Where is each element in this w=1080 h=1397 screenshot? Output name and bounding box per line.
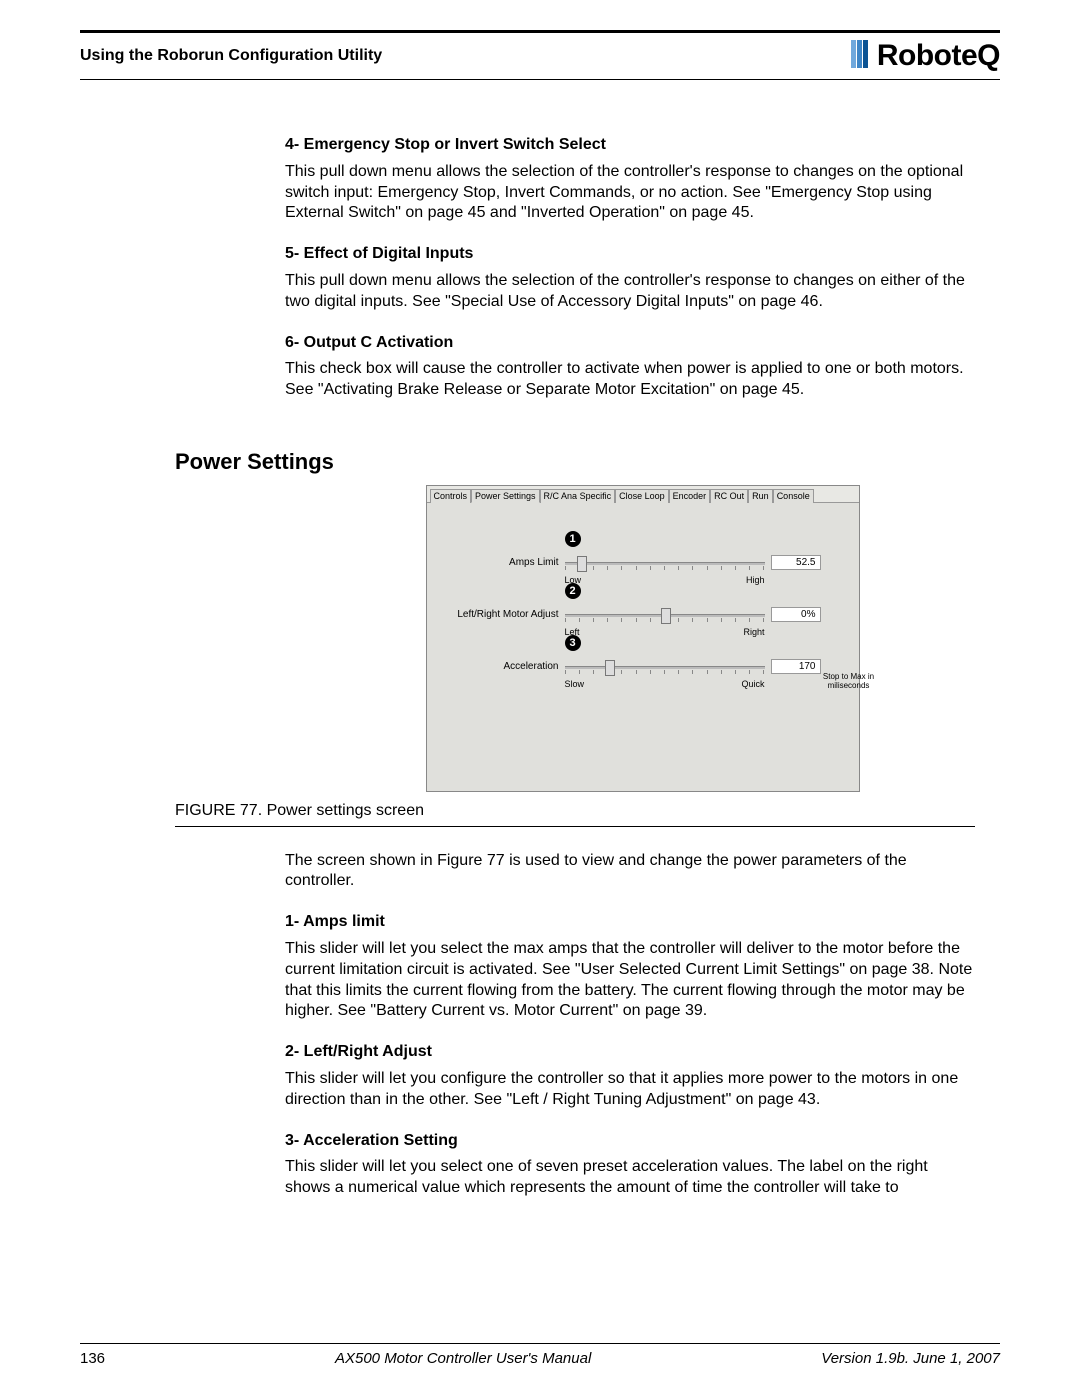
tab-strip: ControlsPower SettingsR/C Ana SpecificCl… <box>427 486 859 503</box>
tab-close-loop[interactable]: Close Loop <box>615 489 669 503</box>
manual-page: Using the Roborun Configuration Utility … <box>0 0 1080 1397</box>
brand-name: RoboteQ <box>877 39 1000 73</box>
slider-end-labels-2: LeftRight <box>565 627 765 637</box>
post-section-1: 1- Amps limit This slider will let you s… <box>285 912 975 1022</box>
slider-ticks <box>565 566 765 570</box>
slider-end-labels-3: Slow Quick <box>565 679 765 689</box>
tab-encoder[interactable]: Encoder <box>669 489 711 503</box>
slider-value-3: 170 <box>771 659 821 674</box>
post-section-3: 3- Acceleration Setting This slider will… <box>285 1131 975 1199</box>
section-6: 6- Output C Activation This check box wi… <box>285 333 975 401</box>
section-4-heading: 4- Emergency Stop or Invert Switch Selec… <box>285 135 975 156</box>
post-section-1-body: This slider will let you select the max … <box>285 939 975 1022</box>
tab-power-settings[interactable]: Power Settings <box>471 489 540 503</box>
power-settings-screenshot: ControlsPower SettingsR/C Ana SpecificCl… <box>426 485 860 792</box>
slider-track <box>565 666 765 669</box>
top-rule <box>80 30 1000 33</box>
slider-left-end: Slow <box>565 679 585 689</box>
footer-manual-title: AX500 Motor Controller User's Manual <box>335 1350 591 1367</box>
logo-bars-icon <box>851 40 873 73</box>
slider-value-1: 52.5 <box>771 555 821 570</box>
tab-controls[interactable]: Controls <box>430 489 472 503</box>
slider-1[interactable]: 1 <box>565 553 765 573</box>
slider-track <box>565 562 765 565</box>
brand-logo: RoboteQ <box>851 39 1000 73</box>
slider-row-2: Left/Right Motor Adjust 2 0% <box>439 605 847 625</box>
panel-body: Amps Limit 1 52.5 LowHigh Left/Right Motor A… <box>427 503 859 791</box>
slider-ticks <box>565 670 765 674</box>
footer-version: Version 1.9b. June 1, 2007 <box>821 1350 1000 1367</box>
callout-badge-1: 1 <box>565 531 581 547</box>
page-footer: 136 AX500 Motor Controller User's Manual… <box>80 1343 1000 1367</box>
post-figure-intro: The screen shown in Figure 77 is used to… <box>285 851 975 893</box>
section-4: 4- Emergency Stop or Invert Switch Selec… <box>285 135 975 224</box>
slider-end-labels-1: LowHigh <box>565 575 765 585</box>
section-6-heading: 6- Output C Activation <box>285 333 975 354</box>
slider-right-end: Right <box>743 627 764 637</box>
slider-row-3: Acceleration 3 170 <box>439 657 847 677</box>
slider-thumb[interactable] <box>661 608 671 624</box>
page-number: 136 <box>80 1350 105 1367</box>
page-header: Using the Roborun Configuration Utility … <box>80 39 1000 80</box>
slider-thumb[interactable] <box>605 660 615 676</box>
post-section-2: 2- Left/Right Adjust This slider will le… <box>285 1042 975 1110</box>
slider-sublabel-3: Stop to Max in miliseconds <box>819 673 879 691</box>
callout-badge-2: 2 <box>565 583 581 599</box>
header-section-title: Using the Roborun Configuration Utility <box>80 47 382 65</box>
figure-caption: FIGURE 77. Power settings screen <box>175 802 1000 820</box>
slider-right-end: High <box>746 575 765 585</box>
post-section-3-heading: 3- Acceleration Setting <box>285 1131 975 1152</box>
slider-label-3: Acceleration <box>439 661 559 672</box>
upper-content: 4- Emergency Stop or Invert Switch Selec… <box>285 135 975 401</box>
slider-row-1: Amps Limit 1 52.5 <box>439 553 847 573</box>
slider-thumb[interactable] <box>577 556 587 572</box>
tab-console[interactable]: Console <box>773 489 814 503</box>
slider-2[interactable]: 2 <box>565 605 765 625</box>
slider-right-end: Quick <box>741 679 764 689</box>
power-settings-title: Power Settings <box>175 449 1000 475</box>
screenshot-wrapper: ControlsPower SettingsR/C Ana SpecificCl… <box>285 485 1000 792</box>
section-5-heading: 5- Effect of Digital Inputs <box>285 244 975 265</box>
slider-label-2: Left/Right Motor Adjust <box>439 609 559 620</box>
tab-rc-out[interactable]: RC Out <box>710 489 748 503</box>
post-section-3-body: This slider will let you select one of s… <box>285 1157 975 1199</box>
slider-label-1: Amps Limit <box>439 557 559 568</box>
section-4-body: This pull down menu allows the selection… <box>285 162 975 224</box>
slider-3[interactable]: 3 <box>565 657 765 677</box>
post-section-1-heading: 1- Amps limit <box>285 912 975 933</box>
section-5: 5- Effect of Digital Inputs This pull do… <box>285 244 975 312</box>
post-section-2-body: This slider will let you configure the c… <box>285 1069 975 1111</box>
callout-badge-3: 3 <box>565 635 581 651</box>
lower-content: The screen shown in Figure 77 is used to… <box>285 851 975 1199</box>
tab-run[interactable]: Run <box>748 489 773 503</box>
post-section-2-heading: 2- Left/Right Adjust <box>285 1042 975 1063</box>
section-5-body: This pull down menu allows the selection… <box>285 271 975 313</box>
tab-r-c-ana-specific[interactable]: R/C Ana Specific <box>540 489 616 503</box>
figure-caption-rule <box>175 826 975 827</box>
slider-value-2: 0% <box>771 607 821 622</box>
section-6-body: This check box will cause the controller… <box>285 359 975 401</box>
